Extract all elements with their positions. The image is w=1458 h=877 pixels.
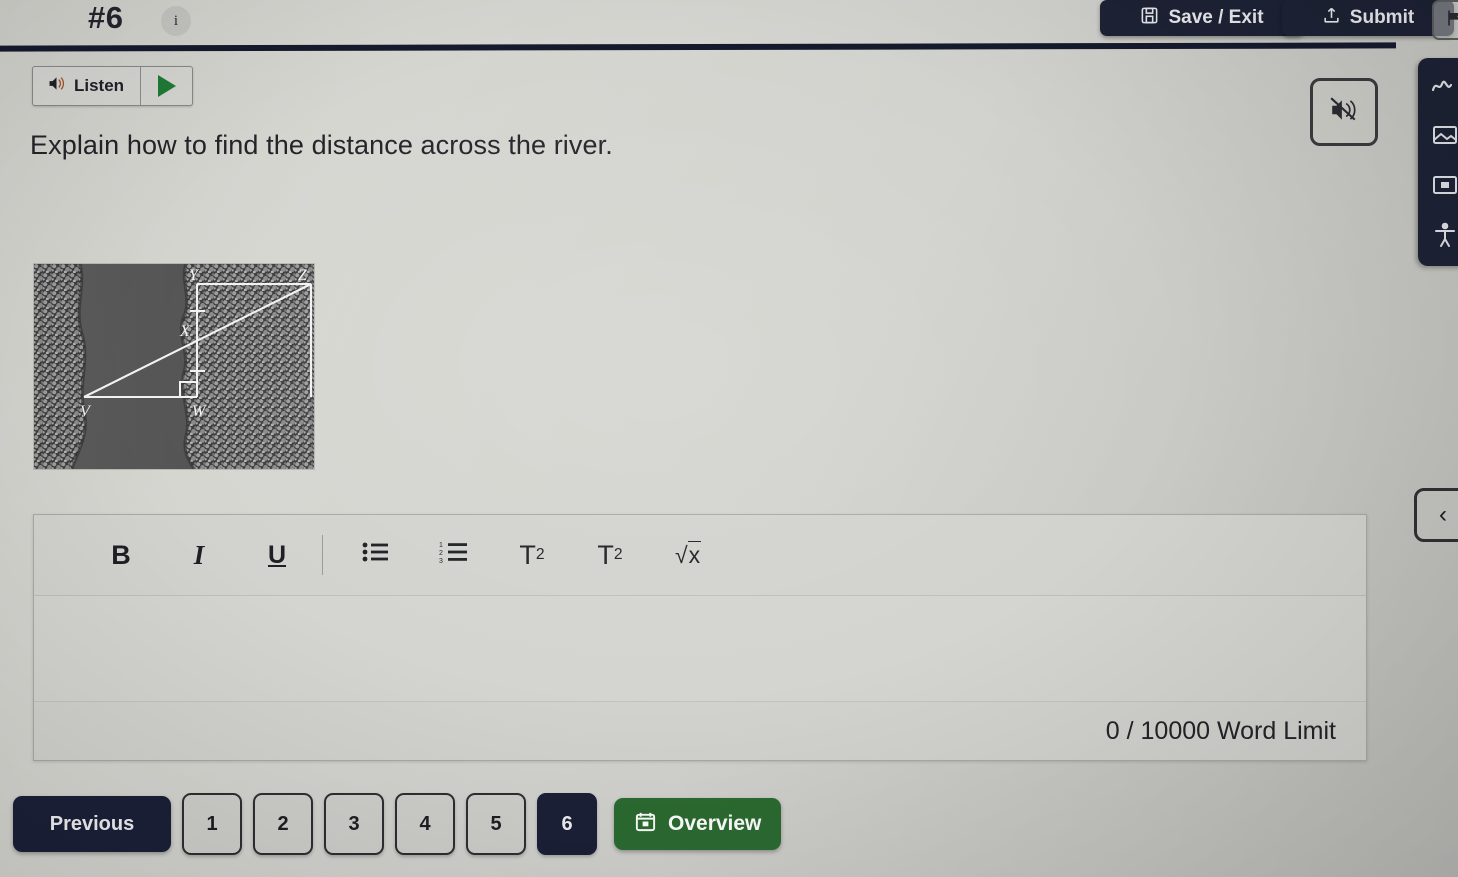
note-card-icon[interactable] xyxy=(1428,168,1458,202)
answer-textarea[interactable] xyxy=(34,596,1366,701)
word-limit-text: 0 / 10000 Word Limit xyxy=(1105,716,1336,745)
page-button-5[interactable]: 5 xyxy=(466,793,526,855)
listen-button[interactable]: Listen xyxy=(33,67,142,105)
river-diagram-figure: V W X Y Z xyxy=(33,263,315,470)
square-root-button[interactable]: √x xyxy=(649,533,727,577)
word-limit-row: 0 / 10000 Word Limit xyxy=(34,701,1366,760)
page-button-1[interactable]: 1 xyxy=(182,793,242,855)
superscript-button[interactable]: T2 xyxy=(493,533,571,577)
image-annotate-icon[interactable] xyxy=(1428,118,1458,152)
sqrt-x-icon: √x xyxy=(674,540,702,568)
submit-button[interactable]: Submit xyxy=(1282,0,1454,36)
subscript-button[interactable]: T2 xyxy=(571,533,649,577)
save-exit-button[interactable]: Save / Exit xyxy=(1100,0,1304,36)
overview-button[interactable]: Overview xyxy=(614,798,782,850)
superscript-exponent: 2 xyxy=(535,546,545,563)
draw-squiggle-icon[interactable] xyxy=(1428,68,1458,102)
svg-text:1: 1 xyxy=(439,542,443,549)
play-icon xyxy=(157,75,176,97)
page-button-3[interactable]: 3 xyxy=(324,793,384,855)
river-diagram-svg: V W X Y Z xyxy=(34,264,314,469)
figure-label-w: W xyxy=(192,403,207,420)
accessibility-person-icon[interactable] xyxy=(1428,218,1458,252)
superscript-base: T xyxy=(519,539,536,570)
header-bar: #6 i Save / Exit Submit xyxy=(0,0,1458,52)
page-button-2[interactable]: 2 xyxy=(253,793,313,855)
editor-toolbar: B I U 1 2 3 T 2 T 2 √x xyxy=(34,515,1366,596)
speaker-icon xyxy=(47,75,66,97)
header-divider xyxy=(0,42,1396,52)
numbered-list-button[interactable]: 1 2 3 xyxy=(415,533,493,577)
toolbar-divider xyxy=(322,535,323,575)
info-icon[interactable]: i xyxy=(161,6,191,36)
page-title: #6 xyxy=(88,0,124,35)
calendar-grid-icon xyxy=(634,810,657,839)
sqrt-radicand: x xyxy=(687,540,702,568)
figure-label-z: Z xyxy=(298,267,308,284)
svg-text:2: 2 xyxy=(439,550,443,557)
info-icon-glyph: i xyxy=(173,12,179,29)
subscript-base: T xyxy=(597,539,614,570)
previous-button[interactable]: Previous xyxy=(13,796,171,852)
answer-editor: B I U 1 2 3 T 2 T 2 √x 0 / 10000 Word Li… xyxy=(33,514,1367,761)
submit-label: Submit xyxy=(1349,7,1415,28)
listen-label: Listen xyxy=(74,76,125,95)
question-text: Explain how to find the distance across … xyxy=(30,130,613,160)
chevron-left-icon: ‹ xyxy=(1439,501,1447,528)
flag-icon xyxy=(1444,8,1458,33)
underline-button[interactable]: U xyxy=(238,533,316,577)
svg-text:3: 3 xyxy=(439,558,443,564)
listen-control: Listen xyxy=(32,66,194,106)
tools-rail xyxy=(1418,58,1458,266)
page-button-6[interactable]: 6 xyxy=(537,793,597,855)
subscript-index: 2 xyxy=(613,546,623,563)
flag-button[interactable] xyxy=(1432,0,1458,40)
play-button[interactable] xyxy=(141,67,192,105)
floppy-disk-icon xyxy=(1140,6,1159,31)
upload-icon xyxy=(1322,6,1341,31)
page-button-4[interactable]: 4 xyxy=(395,793,455,855)
assessment-page: #6 i Save / Exit Submit Listen Explain h… xyxy=(0,0,1458,877)
italic-button[interactable]: I xyxy=(160,533,238,577)
bottom-navigation: Previous 1 2 3 4 5 6 Overview xyxy=(13,793,782,855)
overview-label: Overview xyxy=(668,812,762,835)
save-exit-label: Save / Exit xyxy=(1168,7,1264,28)
bullet-list-button[interactable] xyxy=(337,533,415,577)
mute-audio-button[interactable] xyxy=(1310,78,1378,146)
bold-button[interactable]: B xyxy=(82,533,160,577)
numbered-list-icon: 1 2 3 xyxy=(439,540,469,571)
collapse-panel-button[interactable]: ‹ xyxy=(1414,488,1458,542)
speaker-muted-icon xyxy=(1329,96,1359,129)
figure-label-x: X xyxy=(179,323,191,340)
bullet-list-icon xyxy=(362,540,390,571)
